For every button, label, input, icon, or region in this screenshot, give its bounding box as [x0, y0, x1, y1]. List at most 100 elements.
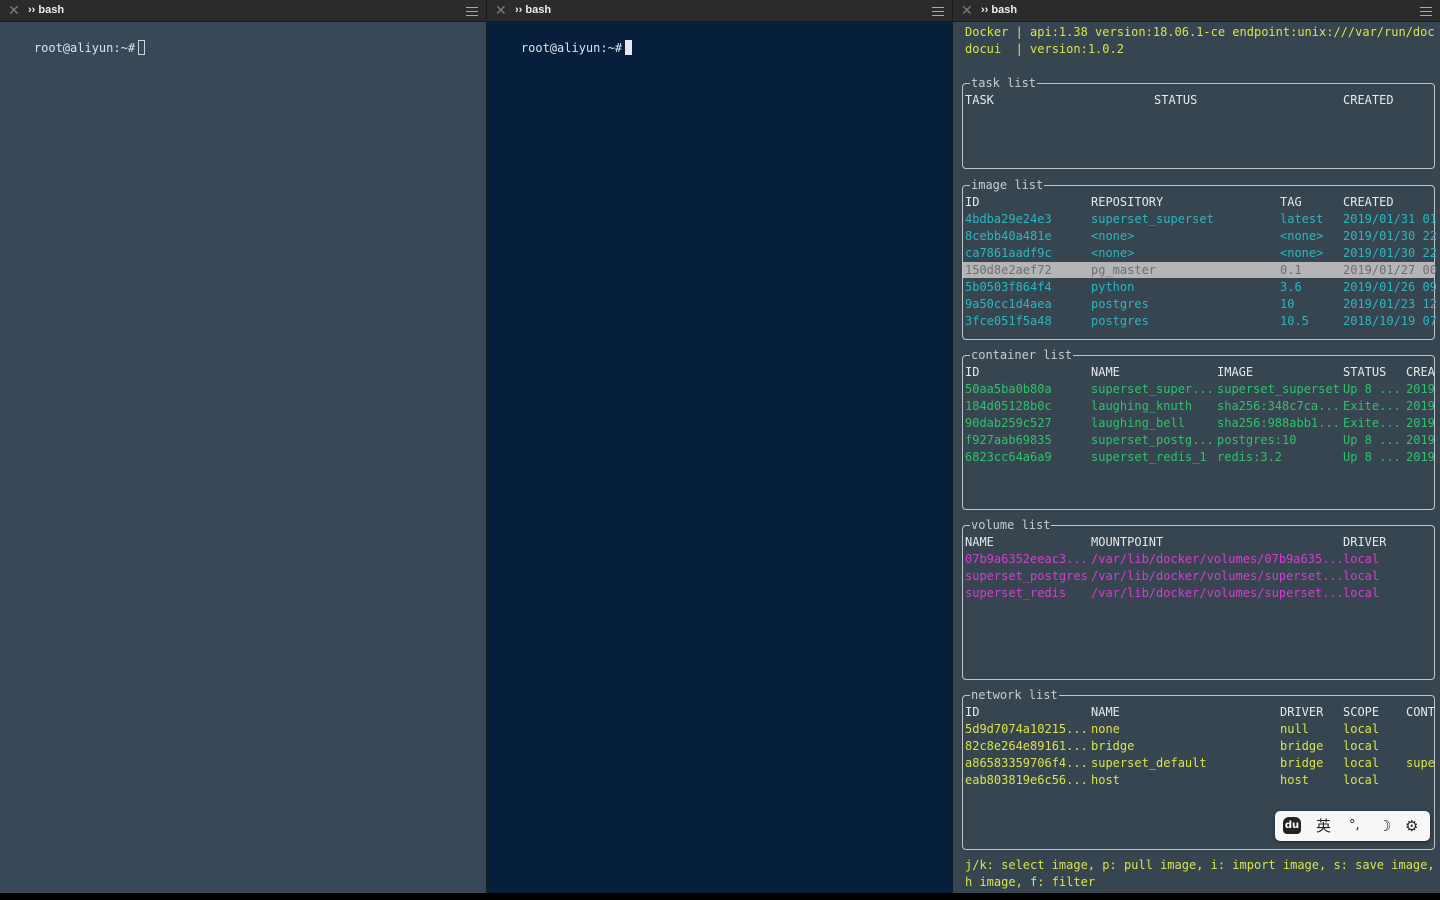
- column-header: SCOPE: [1343, 705, 1380, 719]
- column-header: ID: [965, 195, 980, 209]
- table-cell: superset_redis_1: [1091, 450, 1207, 464]
- column-header: ID: [965, 705, 980, 719]
- table-cell: laughing_bell: [1091, 416, 1185, 430]
- column-header: CREATED: [1343, 93, 1394, 107]
- column-header: DRIVER: [1280, 705, 1324, 719]
- column-header: TAG: [1280, 195, 1302, 209]
- table-cell: 2019/01/30 22: [1343, 229, 1436, 243]
- table-cell: bridge: [1280, 739, 1324, 753]
- language-toggle[interactable]: 英: [1316, 816, 1331, 836]
- table-cell: superset_postgres: [965, 569, 1088, 583]
- table-cell: 2019/01/30 22: [1343, 246, 1436, 260]
- table-cell: 2019/01/23 12: [1343, 297, 1436, 311]
- table-cell: superset_redis: [965, 586, 1067, 600]
- tab-bar-1: ✕ ›› bash: [0, 0, 486, 22]
- punctuation-toggle-icon[interactable]: °,: [1349, 816, 1360, 836]
- tab-title[interactable]: ›› bash: [515, 4, 551, 16]
- table-cell: Up 8 ...: [1343, 450, 1401, 464]
- table-cell: f927aab69835: [965, 433, 1052, 447]
- table-cell: local: [1343, 552, 1380, 566]
- column-header: NAME: [1091, 365, 1120, 379]
- column-header: REPOSITORY: [1091, 195, 1164, 209]
- table-cell: 2019: [1406, 399, 1435, 413]
- table-cell: <none>: [1280, 229, 1324, 243]
- tab-title[interactable]: ›› bash: [981, 4, 1017, 16]
- table-cell: /var/lib/docker/volumes/superset...: [1091, 586, 1344, 600]
- container-list-title: container list: [970, 348, 1074, 362]
- table-cell: none: [1091, 722, 1120, 736]
- column-header: ID: [965, 365, 980, 379]
- baidu-ime-logo-icon[interactable]: du: [1283, 817, 1301, 834]
- table-cell: ca7861aadf9c: [965, 246, 1052, 260]
- terminal-pane-1[interactable]: ✕ ›› bash root@aliyun:~#: [0, 0, 486, 893]
- table-cell: 2019: [1406, 416, 1435, 430]
- column-header: DRIVER: [1343, 535, 1387, 549]
- table-cell: latest: [1280, 212, 1324, 226]
- close-tab-icon[interactable]: ✕: [961, 3, 973, 17]
- menu-icon[interactable]: [466, 7, 478, 16]
- docker-info-line: Docker | api:1.38 version:18.06.1-ce end…: [965, 25, 1436, 39]
- moon-icon[interactable]: ☽: [1378, 816, 1391, 836]
- table-cell: 4bdba29e24e3: [965, 212, 1052, 226]
- column-header: NAME: [1091, 705, 1120, 719]
- table-cell: Up 8 ...: [1343, 433, 1401, 447]
- window-bottom-edge: [0, 893, 1440, 900]
- keybinding-help-continued: h image, f: filter: [965, 875, 1096, 889]
- table-cell: /var/lib/docker/volumes/superset...: [1091, 569, 1344, 583]
- keybinding-help: j/k: select image, p: pull image, i: imp…: [965, 858, 1436, 872]
- table-cell: 184d05128b0c: [965, 399, 1052, 413]
- table-cell: Up 8 ...: [1343, 382, 1401, 396]
- close-tab-icon[interactable]: ✕: [8, 3, 20, 17]
- table-cell: bridge: [1091, 739, 1135, 753]
- table-cell: Exite...: [1343, 416, 1401, 430]
- table-cell: 50aa5ba0b80a: [965, 382, 1052, 396]
- table-cell: sha256:988abb1...: [1217, 416, 1340, 430]
- table-cell: supe: [1406, 756, 1435, 770]
- tab-bar-3: ✕ ›› bash: [953, 0, 1440, 22]
- column-header: MOUNTPOINT: [1091, 535, 1164, 549]
- table-cell: 5d9d7074a10215...: [965, 722, 1088, 736]
- tab-title[interactable]: ›› bash: [28, 4, 64, 16]
- table-cell: <none>: [1280, 246, 1324, 260]
- table-cell: a86583359706f4...: [965, 756, 1088, 770]
- table-cell: 2019: [1406, 450, 1435, 464]
- table-cell: eab803819e6c56...: [965, 773, 1088, 787]
- table-cell: postgres: [1091, 297, 1149, 311]
- table-cell: 2018/10/19 07: [1343, 314, 1436, 328]
- table-cell: 3.6: [1280, 280, 1302, 294]
- menu-icon[interactable]: [932, 7, 944, 16]
- column-header: CREA: [1406, 365, 1435, 379]
- table-cell: /var/lib/docker/volumes/07b9a635...: [1091, 552, 1344, 566]
- table-cell: host: [1091, 773, 1120, 787]
- prompt-text: root@aliyun:~#: [33, 41, 136, 55]
- table-cell: 8cebb40a481e: [965, 229, 1052, 243]
- table-cell: laughing_knuth: [1091, 399, 1193, 413]
- table-cell: postgres:10: [1217, 433, 1297, 447]
- table-cell: superset_superset: [1217, 382, 1340, 396]
- table-cell: sha256:348c7ca...: [1217, 399, 1340, 413]
- column-header: STATUS: [1154, 93, 1198, 107]
- table-cell: bridge: [1280, 756, 1324, 770]
- table-cell: host: [1280, 773, 1309, 787]
- table-cell: local: [1343, 722, 1380, 736]
- column-header: IMAGE: [1217, 365, 1254, 379]
- table-cell: 82c8e264e89161...: [965, 739, 1088, 753]
- menu-icon[interactable]: [1420, 7, 1432, 16]
- gear-icon[interactable]: ⚙: [1405, 816, 1418, 836]
- table-cell: 07b9a6352eeac3...: [965, 552, 1088, 566]
- table-cell: local: [1343, 756, 1380, 770]
- table-cell: 2019: [1406, 433, 1435, 447]
- column-header: TASK: [965, 93, 994, 107]
- network-list-title: network list: [970, 688, 1059, 702]
- terminal-pane-2[interactable]: ✕ ›› bash root@aliyun:~#: [487, 0, 952, 893]
- cursor: [138, 40, 146, 55]
- column-header: STATUS: [1343, 365, 1387, 379]
- close-tab-icon[interactable]: ✕: [495, 3, 507, 17]
- table-cell: postgres: [1091, 314, 1149, 328]
- table-cell: local: [1343, 586, 1380, 600]
- table-cell: superset_default: [1091, 756, 1207, 770]
- table-cell: 2019: [1406, 382, 1435, 396]
- ime-toolbar[interactable]: du 英 °, ☽ ⚙: [1275, 811, 1430, 841]
- column-header: CREATED: [1343, 195, 1394, 209]
- table-cell: 2019/01/27 00: [1343, 263, 1436, 277]
